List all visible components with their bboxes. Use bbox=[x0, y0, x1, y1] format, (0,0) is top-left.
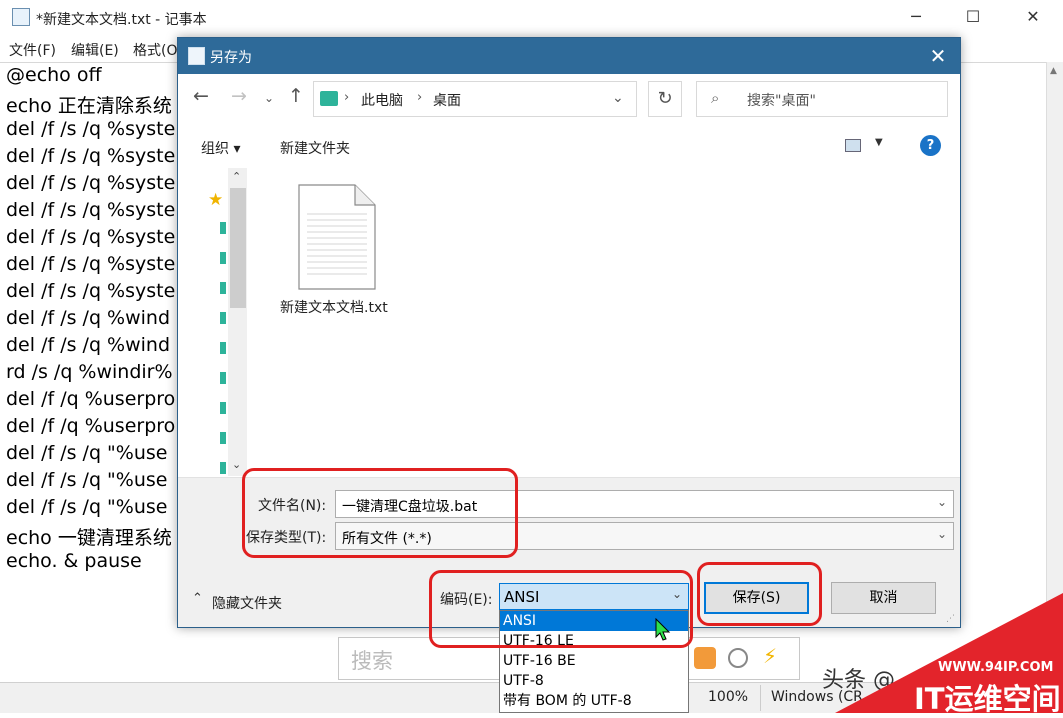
scroll-up-icon[interactable]: ⌃ bbox=[232, 170, 241, 183]
organize-button[interactable]: 组织 ▾ bbox=[201, 138, 240, 158]
highlight-box-save bbox=[697, 562, 822, 626]
forward-arrow-icon[interactable]: → bbox=[231, 85, 247, 107]
search-placeholder: 搜索 bbox=[351, 649, 393, 673]
menu-edit[interactable]: 编辑(E) bbox=[71, 40, 119, 60]
text-line: del /f /s /q %wind bbox=[6, 334, 171, 356]
folder-icon[interactable] bbox=[220, 282, 226, 294]
up-arrow-icon[interactable]: ↑ bbox=[288, 85, 304, 107]
notepad-title-bar: *新建文本文档.txt - 记事本 ─ ☐ ✕ bbox=[0, 0, 1063, 36]
back-arrow-icon[interactable]: ← bbox=[193, 85, 209, 107]
clock-icon[interactable] bbox=[728, 648, 748, 668]
text-line: del /f /s /q %wind bbox=[6, 307, 171, 329]
star-icon[interactable]: ★ bbox=[208, 190, 223, 210]
close-button[interactable]: ✕ bbox=[1010, 0, 1056, 34]
text-line: del /f /s /q %syste bbox=[6, 253, 176, 275]
breadcrumb-separator-icon: › bbox=[417, 90, 423, 105]
watermark-brand: IT运维空间 bbox=[914, 682, 1061, 716]
encoding-option[interactable]: UTF-8 bbox=[500, 671, 688, 691]
status-divider bbox=[760, 685, 761, 711]
hide-folders-toggle[interactable]: 隐藏文件夹 bbox=[212, 593, 282, 613]
text-line: del /f /s /q "%use bbox=[6, 469, 168, 491]
text-line: del /f /s /q %syste bbox=[6, 280, 176, 302]
folder-icon[interactable] bbox=[220, 432, 226, 444]
menu-format[interactable]: 格式(O bbox=[133, 40, 177, 60]
search-placeholder: 搜索"桌面" bbox=[747, 93, 816, 109]
notepad-small-icon bbox=[188, 47, 205, 65]
text-line: del /f /q %userpro bbox=[6, 388, 176, 410]
file-name: 新建文本文档.txt bbox=[280, 300, 388, 316]
zoom-level: 100% bbox=[708, 689, 749, 705]
notepad-scrollbar[interactable]: ▲ bbox=[1046, 62, 1063, 682]
chevron-up-icon[interactable]: ⌃ bbox=[192, 591, 203, 606]
encoding-option[interactable]: UTF-16 BE bbox=[500, 651, 688, 671]
text-line: del /f /s /q %syste bbox=[6, 118, 176, 140]
text-line: del /f /s /q %syste bbox=[6, 172, 176, 194]
text-line: echo 正在清除系统 bbox=[6, 95, 172, 117]
text-line: echo 一键清理系统 bbox=[6, 527, 172, 549]
search-icon: ⌕ bbox=[711, 89, 720, 107]
breadcrumb-separator-icon: › bbox=[344, 90, 350, 105]
gift-icon[interactable] bbox=[694, 647, 716, 669]
scroll-up-icon[interactable]: ▲ bbox=[1050, 66, 1057, 76]
recent-chevron-icon[interactable]: ⌄ bbox=[264, 91, 274, 105]
folder-icon[interactable] bbox=[220, 372, 226, 384]
folder-icon[interactable] bbox=[220, 342, 226, 354]
folder-search-input[interactable]: ⌕ 搜索"桌面" bbox=[696, 81, 948, 117]
text-line: del /f /s /q %syste bbox=[6, 199, 176, 221]
highlight-box-filename bbox=[242, 468, 518, 558]
notepad-icon bbox=[12, 8, 30, 26]
folder-icon[interactable] bbox=[220, 402, 226, 414]
folder-icon[interactable] bbox=[220, 312, 226, 324]
text-line: echo. & pause bbox=[6, 550, 142, 572]
text-line: del /f /s /q %syste bbox=[6, 145, 176, 167]
dialog-close-button[interactable]: ✕ bbox=[916, 38, 960, 74]
folder-icon[interactable] bbox=[220, 462, 226, 474]
watermark-site: WWW.94IP.COM bbox=[938, 660, 1054, 675]
text-line: del /f /s /q "%use bbox=[6, 496, 168, 518]
chevron-down-icon[interactable]: ⌄ bbox=[937, 527, 947, 541]
new-folder-button[interactable]: 新建文件夹 bbox=[280, 138, 350, 158]
refresh-button[interactable]: ↻ bbox=[648, 81, 682, 117]
folder-icon[interactable] bbox=[220, 252, 226, 264]
scroll-down-icon[interactable]: ⌄ bbox=[232, 458, 241, 471]
chevron-down-icon[interactable]: ⌄ bbox=[937, 495, 947, 509]
breadcrumb-desktop[interactable]: 桌面 bbox=[433, 90, 461, 110]
file-item[interactable] bbox=[297, 184, 377, 290]
text-line: del /f /s /q %syste bbox=[6, 226, 176, 248]
nav-scroll-thumb[interactable] bbox=[230, 188, 246, 308]
lightning-icon[interactable]: ⚡ bbox=[763, 644, 777, 668]
text-line: del /f /q %userpro bbox=[6, 415, 176, 437]
text-line: del /f /s /q "%use bbox=[6, 442, 168, 464]
menu-file[interactable]: 文件(F) bbox=[9, 40, 56, 60]
encoding-option[interactable]: 带有 BOM 的 UTF-8 bbox=[500, 691, 688, 711]
breadcrumb-this-pc[interactable]: 此电脑 bbox=[361, 90, 403, 110]
view-dropdown-icon[interactable]: ▼ bbox=[875, 137, 883, 148]
file-list-area[interactable]: 新建文本文档.txt bbox=[250, 166, 960, 477]
dialog-title-bar: 另存为 ✕ bbox=[178, 38, 960, 74]
help-icon[interactable]: ? bbox=[920, 135, 941, 156]
maximize-button[interactable]: ☐ bbox=[950, 0, 996, 34]
chevron-down-icon[interactable]: ⌄ bbox=[612, 90, 624, 106]
computer-icon bbox=[320, 91, 338, 106]
address-bar[interactable]: › 此电脑 › 桌面 ⌄ bbox=[313, 81, 637, 117]
dialog-title: 另存为 bbox=[210, 50, 252, 66]
text-line: rd /s /q %windir% bbox=[6, 361, 173, 383]
text-line: @echo off bbox=[6, 64, 102, 86]
minimize-button[interactable]: ─ bbox=[893, 0, 939, 34]
highlight-box-encoding bbox=[429, 570, 693, 648]
text-file-icon bbox=[298, 184, 376, 290]
view-options-icon[interactable] bbox=[845, 139, 861, 152]
notepad-title: *新建文本文档.txt - 记事本 bbox=[36, 12, 207, 28]
folder-icon[interactable] bbox=[220, 222, 226, 234]
